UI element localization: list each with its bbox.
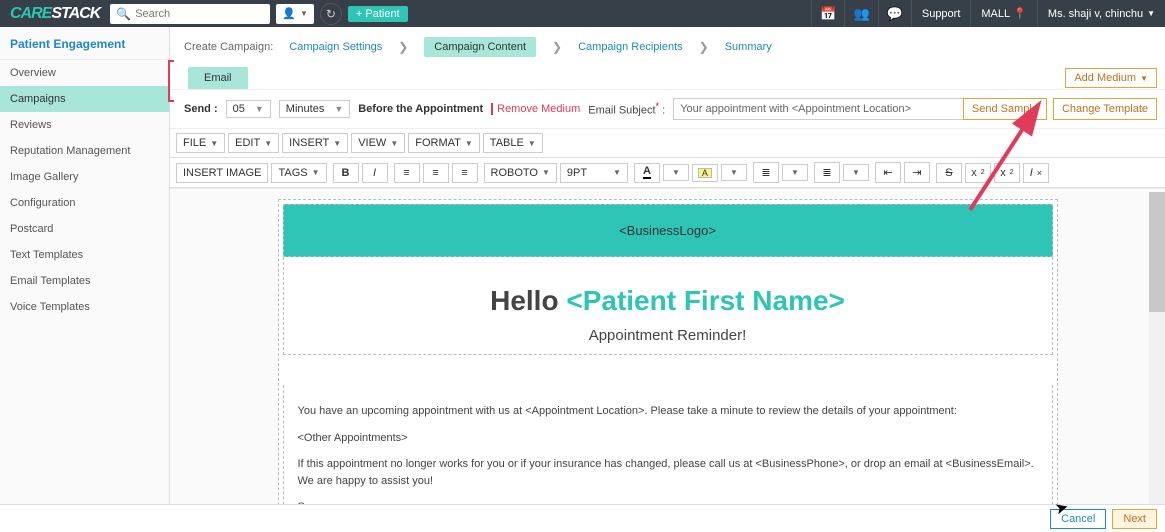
align-right-button[interactable]: ≡ — [452, 163, 478, 183]
menu-file[interactable]: FILE▼ — [176, 133, 225, 153]
outdent-button[interactable]: ⇤ — [875, 162, 901, 183]
top-bar: CARESTACK 🔍 👤▼ ↻ + Patient 📅 👥 💬 Support… — [0, 0, 1165, 27]
chevron-down-icon: ▼ — [334, 104, 343, 114]
send-sample-button[interactable]: Send Sample — [963, 98, 1047, 120]
template-subtitle: Appointment Reminder! — [294, 327, 1042, 344]
recent-icon[interactable]: ↻ — [320, 3, 342, 25]
sidebar-item-voice-templates[interactable]: Voice Templates — [0, 294, 169, 320]
person-icon: 👤 — [282, 7, 296, 20]
add-medium-button[interactable]: Add Medium▼ — [1065, 68, 1157, 88]
send-label: Send : — [184, 103, 218, 115]
send-config-row: Send : 05▼ Minutes▼ Before the Appointme… — [170, 90, 1165, 129]
bc-step-summary[interactable]: Summary — [725, 41, 772, 53]
medium-tabs: Email Add Medium▼ — [170, 67, 1165, 90]
editor-toolbar-menus: FILE▼ EDIT▼ INSERT▼ VIEW▼ FORMAT▼ TABLE▼ — [170, 129, 1165, 158]
sidebar-item-email-templates[interactable]: Email Templates — [0, 268, 169, 294]
content: Create Campaign: Campaign Settings ❯ Cam… — [170, 27, 1165, 532]
bg-color-button[interactable]: A — [692, 164, 718, 182]
text-color-button[interactable]: A — [634, 163, 660, 183]
people-icon[interactable]: 👥 — [844, 0, 877, 27]
indent-button[interactable]: ⇥ — [904, 162, 930, 183]
sidebar-item-reputation[interactable]: Reputation Management — [0, 138, 169, 164]
sidebar-item-postcard[interactable]: Postcard — [0, 216, 169, 242]
send-value-select[interactable]: 05▼ — [226, 100, 271, 118]
insert-image-button[interactable]: INSERT IMAGE — [176, 163, 268, 183]
editor-toolbar-format: INSERT IMAGE TAGS▼ B I ≡ ≡ ≡ ROBOTO▼ 9PT… — [170, 158, 1165, 188]
menu-table[interactable]: TABLE▼ — [483, 133, 543, 153]
bc-step-content[interactable]: Campaign Content — [424, 37, 536, 57]
add-patient-button[interactable]: + Patient — [348, 6, 408, 22]
wizard-footer: Cancel Next — [0, 504, 1165, 532]
search-input[interactable] — [135, 8, 264, 20]
subject-label: Email Subject* : — [588, 101, 665, 117]
chevron-down-icon: ▼ — [1140, 74, 1148, 83]
scrollbar[interactable] — [1149, 192, 1165, 507]
tags-dropdown[interactable]: TAGS▼ — [271, 163, 326, 183]
template-paragraph: <Other Appointments> — [298, 430, 1038, 447]
sidebar-item-campaigns[interactable]: Campaigns — [0, 86, 169, 112]
user-menu[interactable]: Ms. shaji v, chinchu▼ — [1037, 0, 1165, 27]
template-logo-block[interactable]: <BusinessLogo> — [283, 204, 1053, 257]
font-size-select[interactable]: 9PT▼ — [560, 163, 628, 183]
font-family-select[interactable]: ROBOTO▼ — [484, 163, 557, 183]
clear-format-button[interactable]: I× — [1023, 163, 1049, 183]
bold-button[interactable]: B — [333, 163, 359, 183]
editor-canvas[interactable]: <BusinessLogo> Hello <Patient First Name… — [170, 188, 1165, 532]
template-greeting-block[interactable]: Hello <Patient First Name> Appointment R… — [283, 257, 1053, 355]
menu-insert[interactable]: INSERT▼ — [282, 133, 348, 153]
sidebar: Patient Engagement Overview Campaigns Re… — [0, 27, 170, 532]
before-label: Before the Appointment — [358, 103, 483, 115]
global-search[interactable]: 🔍 — [110, 4, 270, 24]
chevron-down-icon: ▼ — [255, 104, 264, 114]
sidebar-item-reviews[interactable]: Reviews — [0, 112, 169, 138]
menu-format[interactable]: FORMAT▼ — [408, 133, 480, 153]
app-logo: CARESTACK — [0, 5, 110, 23]
italic-button[interactable]: I — [362, 163, 388, 183]
breadcrumb-label: Create Campaign: — [184, 41, 273, 53]
sidebar-item-configuration[interactable]: Configuration — [0, 190, 169, 216]
change-template-button[interactable]: Change Template — [1053, 98, 1157, 120]
sidebar-title: Patient Engagement — [0, 27, 169, 60]
subscript-button[interactable]: x2 — [994, 163, 1020, 183]
chevron-right-icon: ❯ — [552, 40, 562, 54]
bc-step-settings[interactable]: Campaign Settings — [289, 41, 382, 53]
tab-email[interactable]: Email — [188, 67, 248, 89]
chevron-down-icon[interactable]: ▼ — [843, 164, 869, 181]
search-icon: 🔍 — [116, 7, 131, 21]
location-icon: 📍 — [1013, 7, 1027, 20]
person-dropdown[interactable]: 👤▼ — [276, 4, 314, 24]
menu-edit[interactable]: EDIT▼ — [228, 133, 279, 153]
chevron-right-icon: ❯ — [699, 40, 709, 54]
annotation-bracket — [168, 60, 174, 102]
bullet-list-button[interactable]: ≣ — [753, 162, 779, 183]
chevron-down-icon[interactable]: ▼ — [663, 164, 689, 181]
breadcrumb: Create Campaign: Campaign Settings ❯ Cam… — [170, 27, 1165, 67]
send-unit-select[interactable]: Minutes▼ — [279, 100, 350, 118]
chevron-down-icon[interactable]: ▼ — [721, 164, 747, 181]
sidebar-item-gallery[interactable]: Image Gallery — [0, 164, 169, 190]
sidebar-item-overview[interactable]: Overview — [0, 60, 169, 86]
chevron-down-icon[interactable]: ▼ — [782, 164, 808, 181]
bc-step-recipients[interactable]: Campaign Recipients — [578, 41, 683, 53]
template-paragraph: If this appointment no longer works for … — [298, 456, 1038, 489]
remove-medium-link[interactable]: Remove Medium — [491, 103, 580, 115]
numbered-list-button[interactable]: ≣ — [814, 162, 840, 183]
sidebar-item-text-templates[interactable]: Text Templates — [0, 242, 169, 268]
template-paragraph: You have an upcoming appointment with us… — [298, 403, 1038, 420]
chat-icon[interactable]: 💬 — [878, 0, 911, 27]
support-link[interactable]: Support — [911, 0, 971, 27]
strikethrough-button[interactable]: S — [936, 163, 962, 183]
superscript-button[interactable]: x2 — [965, 163, 991, 183]
next-button[interactable]: Next — [1112, 509, 1157, 529]
menu-view[interactable]: VIEW▼ — [351, 133, 405, 153]
mall-link[interactable]: MALL 📍 — [970, 0, 1037, 27]
scrollbar-thumb[interactable] — [1149, 192, 1165, 312]
align-center-button[interactable]: ≡ — [423, 163, 449, 183]
chevron-right-icon: ❯ — [398, 40, 408, 54]
align-left-button[interactable]: ≡ — [394, 163, 420, 183]
calendar-icon[interactable]: 📅 — [811, 0, 844, 27]
